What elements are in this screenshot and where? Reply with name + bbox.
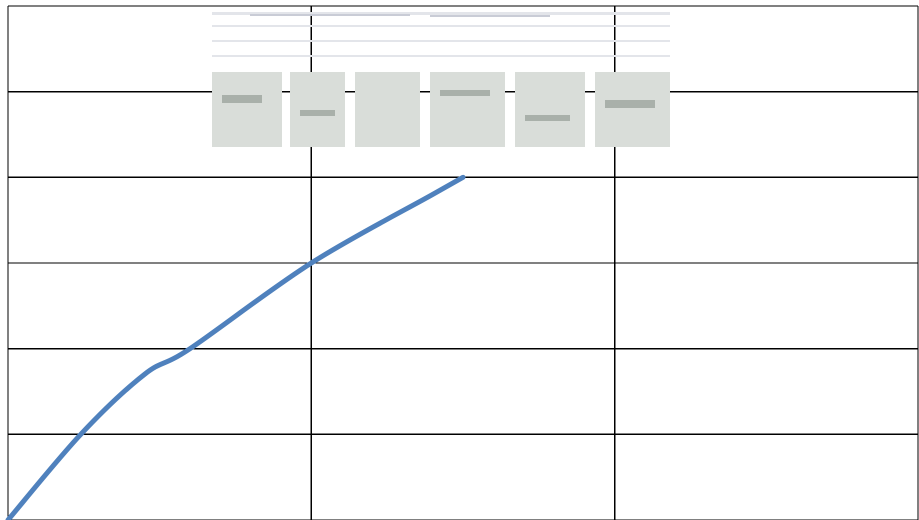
chart-container [0, 0, 919, 520]
watermark-logo [212, 12, 670, 147]
line-chart [5, 5, 919, 520]
